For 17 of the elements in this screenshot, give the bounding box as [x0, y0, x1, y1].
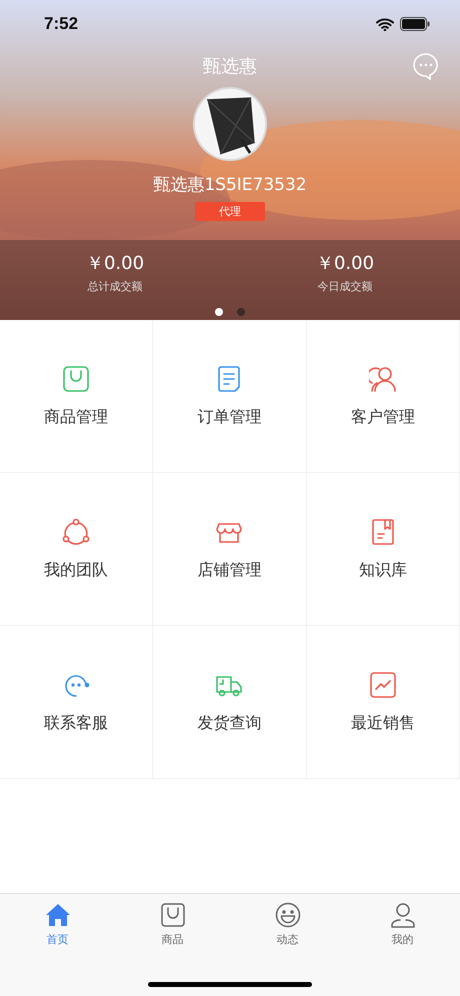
menu-item[interactable]: 商品管理: [0, 320, 154, 473]
shopping-bag-icon: [160, 902, 186, 928]
menu-item[interactable]: 发货查询: [153, 626, 307, 779]
menu-item[interactable]: 客户管理: [306, 320, 460, 473]
tab-item[interactable]: 首页: [0, 902, 115, 947]
tab-item[interactable]: 商品: [115, 902, 230, 947]
tab-item[interactable]: 动态: [230, 902, 345, 947]
user-icon: [390, 902, 416, 928]
menu-item[interactable]: 订单管理: [153, 320, 307, 473]
tab-item[interactable]: 我的: [345, 902, 460, 947]
menu-item[interactable]: 店铺管理: [153, 473, 307, 626]
home-icon: [44, 902, 70, 928]
menu-item[interactable]: 最近销售: [306, 626, 460, 779]
menu-item[interactable]: 我的团队: [0, 473, 154, 626]
menu-item[interactable]: 联系客服: [0, 626, 154, 779]
menu-item[interactable]: 知识库: [306, 473, 460, 626]
smiley-icon: [274, 902, 300, 928]
